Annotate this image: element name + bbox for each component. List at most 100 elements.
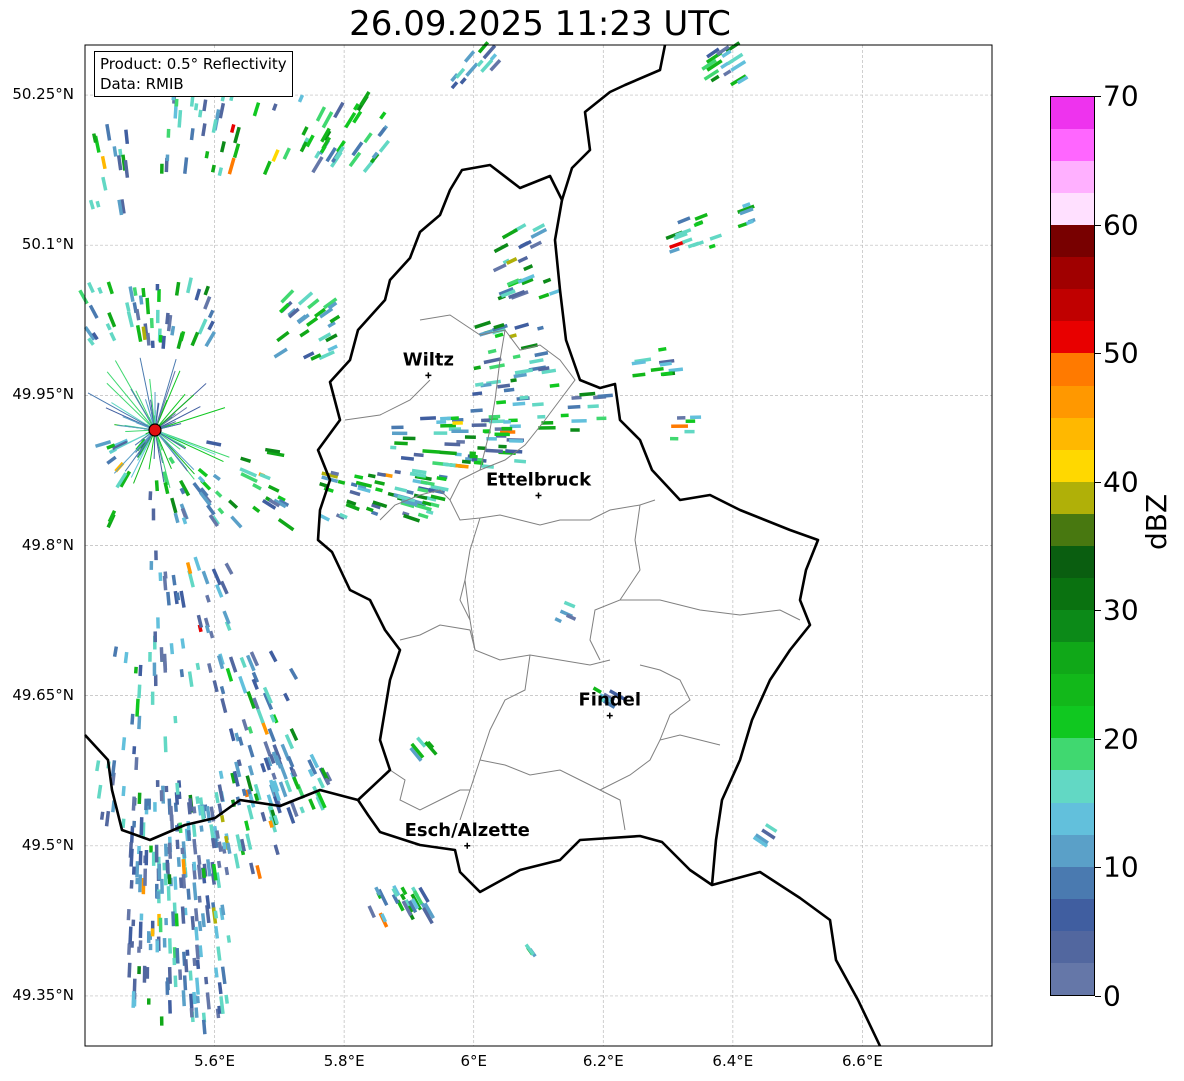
echo-cell: [152, 662, 157, 676]
echo-cell: [192, 957, 197, 967]
echo-cell: [198, 109, 203, 118]
echo-cell: [249, 862, 256, 875]
echo-cell: [503, 387, 515, 393]
echo-cell: [470, 408, 483, 413]
echo-cell: [276, 330, 290, 343]
echo-cell: [126, 909, 131, 921]
echo-cell: [227, 157, 236, 175]
echo-cell: [349, 489, 361, 497]
colorbar-tick-label: 60: [1103, 208, 1139, 242]
colorbar-bin: [1051, 225, 1094, 258]
lon-tick-label: 5.8°E: [323, 1052, 365, 1070]
echo-cell: [156, 891, 160, 899]
echo-ray: [139, 357, 156, 431]
echo-cell: [694, 212, 708, 221]
echo-cell: [501, 426, 513, 431]
echo-cell: [473, 365, 481, 371]
echo-cell: [130, 941, 134, 948]
echo-cell: [176, 857, 181, 867]
echo-cell: [194, 288, 202, 301]
echo-cell: [101, 176, 108, 191]
echo-cell: [247, 744, 255, 758]
echo-cell: [170, 325, 176, 336]
echo-cell: [179, 877, 184, 889]
echo-cell: [245, 833, 253, 850]
echo-cell: [359, 90, 371, 107]
echo-cell: [179, 590, 186, 608]
echo-cell: [514, 459, 527, 464]
echo-cell: [131, 866, 136, 875]
echo-cell: [318, 350, 335, 361]
echo-cell: [138, 850, 143, 866]
lat-tick-label: 50.25°N: [12, 85, 74, 104]
echo-cell: [252, 505, 261, 514]
echo-cell: [174, 913, 179, 927]
echo-cell: [144, 798, 148, 811]
echo-cell: [155, 309, 160, 324]
echo-cell: [503, 420, 511, 424]
echo-cell: [390, 445, 397, 450]
echo-cell: [100, 155, 107, 170]
echo-cell: [203, 285, 210, 296]
echo-cell: [192, 882, 198, 901]
echo-cell: [377, 126, 387, 138]
echo-cell: [149, 845, 153, 853]
colorbar-tick-mark: [1095, 353, 1101, 355]
city-wiltz: Wiltz: [403, 349, 454, 379]
echo-cell: [112, 646, 119, 657]
echo-cell: [379, 111, 387, 120]
echo-cell: [284, 779, 293, 793]
echo-cell: [400, 886, 408, 896]
echo-cell: [459, 77, 467, 85]
echo-cell: [137, 966, 141, 975]
echo-ray: [106, 371, 156, 431]
echo-cell: [417, 512, 429, 520]
echo-cell: [153, 802, 157, 812]
echo-cell: [319, 145, 327, 154]
echo-cell: [175, 947, 180, 964]
echo-cell: [537, 414, 546, 419]
echo-cell: [173, 512, 180, 524]
echo-cell: [214, 490, 223, 498]
echo-cell: [109, 331, 117, 342]
echo-cell: [308, 798, 316, 811]
echo-cell: [199, 825, 204, 832]
echo-cell: [125, 302, 131, 312]
echo-cell: [391, 425, 404, 430]
echo-cell: [271, 772, 277, 780]
echo-cell: [184, 959, 189, 973]
gridlines: [85, 45, 992, 1046]
echo-cell: [150, 691, 155, 705]
echo-cell: [160, 878, 164, 894]
echo-cell: [166, 886, 171, 901]
city-label: Ettelbruck: [486, 469, 592, 490]
colorbar-tick-mark: [1095, 224, 1101, 226]
echo-cell: [506, 257, 518, 265]
echo-cell: [354, 474, 364, 480]
echo-cell: [149, 561, 154, 570]
echo-cell: [579, 391, 596, 397]
echo-cell: [150, 340, 155, 349]
echo-cell: [146, 998, 151, 1005]
echo-cell: [204, 151, 210, 159]
echo-cell: [194, 926, 199, 941]
echo-cell: [170, 497, 178, 514]
echo-cell: [289, 727, 299, 742]
echo-cell: [200, 913, 206, 928]
echo-cell: [220, 698, 228, 714]
colorbar-bin: [1051, 385, 1094, 418]
colorbar-bin: [1051, 738, 1094, 771]
echo-cell: [171, 574, 177, 586]
lat-tick-label: 49.5°N: [21, 835, 74, 854]
echo-cell: [173, 715, 178, 724]
echo-cell: [422, 449, 441, 454]
echo-cell: [469, 454, 478, 459]
echo-cell: [192, 838, 198, 855]
echo-cell: [137, 684, 142, 699]
echo-cell: [187, 671, 194, 688]
lon-tick-label: 6°E: [460, 1052, 487, 1070]
echo-cell: [205, 594, 211, 603]
echo-cell: [378, 139, 391, 153]
echo-cell: [278, 302, 290, 314]
echo-cell: [670, 436, 679, 441]
